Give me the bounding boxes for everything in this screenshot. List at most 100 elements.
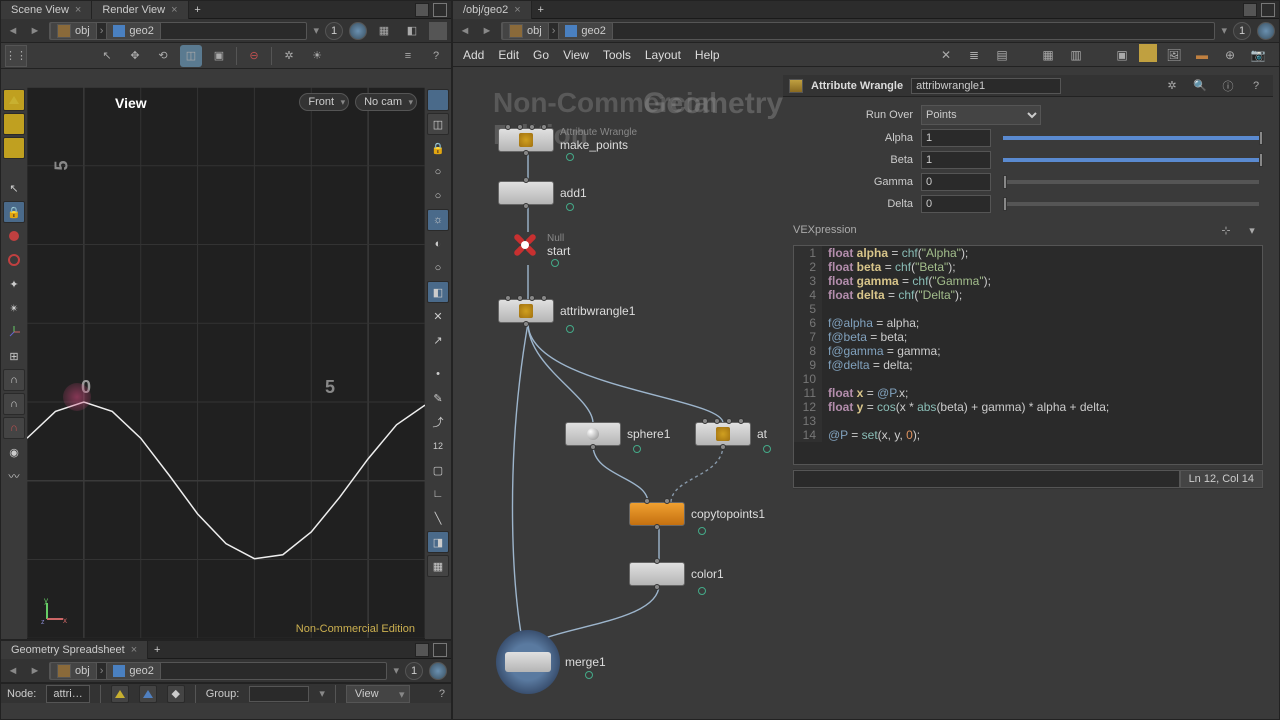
path-field[interactable]: obj › geo2 bbox=[49, 22, 307, 40]
tool-handle-icon[interactable] bbox=[3, 113, 25, 135]
crumb-obj[interactable]: obj bbox=[502, 22, 549, 40]
scale-icon[interactable]: ◫ bbox=[180, 45, 202, 67]
display-flag[interactable] bbox=[566, 153, 574, 161]
menu-edit[interactable]: Edit bbox=[498, 48, 519, 62]
display-flag[interactable] bbox=[633, 445, 641, 453]
dot-icon[interactable]: • bbox=[427, 363, 449, 385]
pen-icon[interactable]: ✎ bbox=[427, 387, 449, 409]
display-flag[interactable] bbox=[698, 527, 706, 535]
red-dot-icon[interactable] bbox=[3, 225, 25, 247]
orbit-icon[interactable]: ◉ bbox=[3, 441, 25, 463]
dropdown-icon[interactable]: ▾ bbox=[393, 664, 399, 677]
gamma-slider[interactable] bbox=[1003, 180, 1259, 184]
wireframe-icon[interactable]: ◫ bbox=[427, 113, 449, 135]
tool-paint-icon[interactable] bbox=[3, 137, 25, 159]
beta-slider[interactable] bbox=[1003, 158, 1259, 162]
viewport[interactable]: View Front No cam 0 5 5 Non-Commercial E… bbox=[27, 87, 425, 639]
vex-code-editor[interactable]: 1float alpha = chf("Alpha");2float beta … bbox=[793, 245, 1263, 465]
beta-input[interactable] bbox=[921, 151, 991, 169]
display-flag[interactable] bbox=[763, 445, 771, 453]
pane-menu-icon[interactable] bbox=[415, 643, 429, 657]
box-icon[interactable]: ▣ bbox=[208, 45, 230, 67]
gear-icon[interactable]: ✲ bbox=[278, 45, 300, 67]
maximize-icon[interactable] bbox=[1261, 3, 1275, 17]
line-icon[interactable]: ╲ bbox=[427, 507, 449, 529]
node-at[interactable]: at bbox=[695, 422, 767, 446]
node-color1[interactable]: color1 bbox=[629, 562, 724, 586]
curve-icon[interactable]: 〰 bbox=[3, 465, 25, 487]
menu-help[interactable]: Help bbox=[695, 48, 720, 62]
display-flag[interactable] bbox=[698, 587, 706, 595]
group-input[interactable] bbox=[249, 686, 309, 702]
gear-icon[interactable]: ✲ bbox=[1161, 75, 1183, 97]
runover-select[interactable]: Points bbox=[921, 105, 1041, 125]
dropdown-icon[interactable]: ▾ bbox=[1221, 24, 1227, 37]
pin-1[interactable]: 1 bbox=[1233, 22, 1251, 40]
xray-icon[interactable]: ✕ bbox=[427, 305, 449, 327]
snapshot-icon[interactable]: ▦ bbox=[373, 20, 395, 42]
close-icon[interactable]: × bbox=[75, 4, 81, 16]
node-copytopoints1[interactable]: copytopoints1 bbox=[629, 502, 765, 526]
delta-input[interactable] bbox=[921, 195, 991, 213]
pane-menu-icon[interactable] bbox=[1243, 3, 1257, 17]
link-icon[interactable] bbox=[349, 22, 367, 40]
close-icon[interactable]: × bbox=[514, 4, 520, 16]
add-tab-button[interactable]: + bbox=[148, 641, 166, 659]
tree-icon[interactable]: ▤ bbox=[991, 44, 1013, 66]
chevron-down-icon[interactable]: ▾ bbox=[1241, 219, 1263, 241]
square-icon[interactable]: ▢ bbox=[427, 459, 449, 481]
magnet3-icon[interactable]: ∩ bbox=[3, 417, 25, 439]
menu-tools[interactable]: Tools bbox=[603, 48, 631, 62]
arrow-icon[interactable]: ↖ bbox=[3, 177, 25, 199]
view-dropdown[interactable]: View▾ bbox=[346, 685, 410, 703]
display-icon[interactable] bbox=[429, 22, 447, 40]
layout-icon[interactable]: ≡ bbox=[397, 45, 419, 67]
prims-icon[interactable] bbox=[139, 685, 157, 703]
rotate-icon[interactable]: ⟲ bbox=[152, 45, 174, 67]
node-merge1[interactable] bbox=[496, 630, 560, 694]
pane-menu-icon[interactable] bbox=[415, 3, 429, 17]
display-flag[interactable] bbox=[585, 671, 593, 679]
node-make-points[interactable]: Attribute Wranglemake_points bbox=[498, 127, 637, 152]
crumb-geo2[interactable]: geo2 bbox=[106, 22, 160, 40]
crumb-obj[interactable]: obj bbox=[50, 22, 97, 40]
expr-input[interactable] bbox=[793, 470, 1180, 488]
shadow-icon[interactable]: ◐ bbox=[427, 233, 449, 255]
disable-icon[interactable]: ⊖ bbox=[243, 45, 265, 67]
note-icon[interactable] bbox=[1139, 44, 1157, 62]
axis-icon[interactable] bbox=[3, 321, 25, 343]
node-add1[interactable]: add1 bbox=[498, 181, 587, 205]
wrench-icon[interactable]: ✕ bbox=[935, 44, 957, 66]
params-icon[interactable]: ⊹ bbox=[1215, 219, 1237, 241]
opname-input[interactable] bbox=[911, 78, 1061, 94]
add-tab-button[interactable]: + bbox=[189, 1, 207, 19]
dropdown-icon[interactable]: ▾ bbox=[319, 687, 325, 700]
light-icon[interactable]: ○ bbox=[427, 185, 449, 207]
help-icon[interactable]: ? bbox=[1245, 75, 1267, 97]
path-field[interactable]: obj › geo2 bbox=[49, 662, 387, 680]
search-icon[interactable]: 🔍 bbox=[1189, 75, 1211, 97]
add-tab-button[interactable]: + bbox=[532, 1, 550, 19]
find-icon[interactable]: ⊕ bbox=[1219, 44, 1241, 66]
crumb-geo2[interactable]: geo2 bbox=[558, 22, 612, 40]
points-icon[interactable] bbox=[111, 685, 129, 703]
target-icon[interactable] bbox=[3, 249, 25, 271]
gamma-input[interactable] bbox=[921, 173, 991, 191]
magnet-icon[interactable]: ∩ bbox=[3, 369, 25, 391]
menu-add[interactable]: Add bbox=[463, 48, 484, 62]
camera-select-1[interactable]: Front bbox=[299, 93, 349, 111]
back-icon[interactable]: ◄ bbox=[5, 663, 21, 679]
crumb-geo2[interactable]: geo2 bbox=[106, 662, 160, 680]
display-flag[interactable] bbox=[551, 259, 559, 267]
node-attribwrangle1[interactable]: attribwrangle1 bbox=[498, 299, 635, 323]
tab-render-view[interactable]: Render View× bbox=[92, 1, 188, 19]
display-flag[interactable] bbox=[566, 325, 574, 333]
node-value[interactable]: attri… bbox=[46, 685, 89, 703]
network-view[interactable]: Non-Commercial Edition Attribute Wrangle… bbox=[453, 67, 783, 719]
lock-icon[interactable]: 🔒 bbox=[3, 201, 25, 223]
node-start[interactable]: Nullstart bbox=[509, 229, 570, 261]
help-icon[interactable]: ? bbox=[439, 688, 445, 700]
close-icon[interactable]: × bbox=[171, 4, 177, 16]
link-icon[interactable] bbox=[429, 662, 447, 680]
display-flag[interactable] bbox=[566, 203, 574, 211]
